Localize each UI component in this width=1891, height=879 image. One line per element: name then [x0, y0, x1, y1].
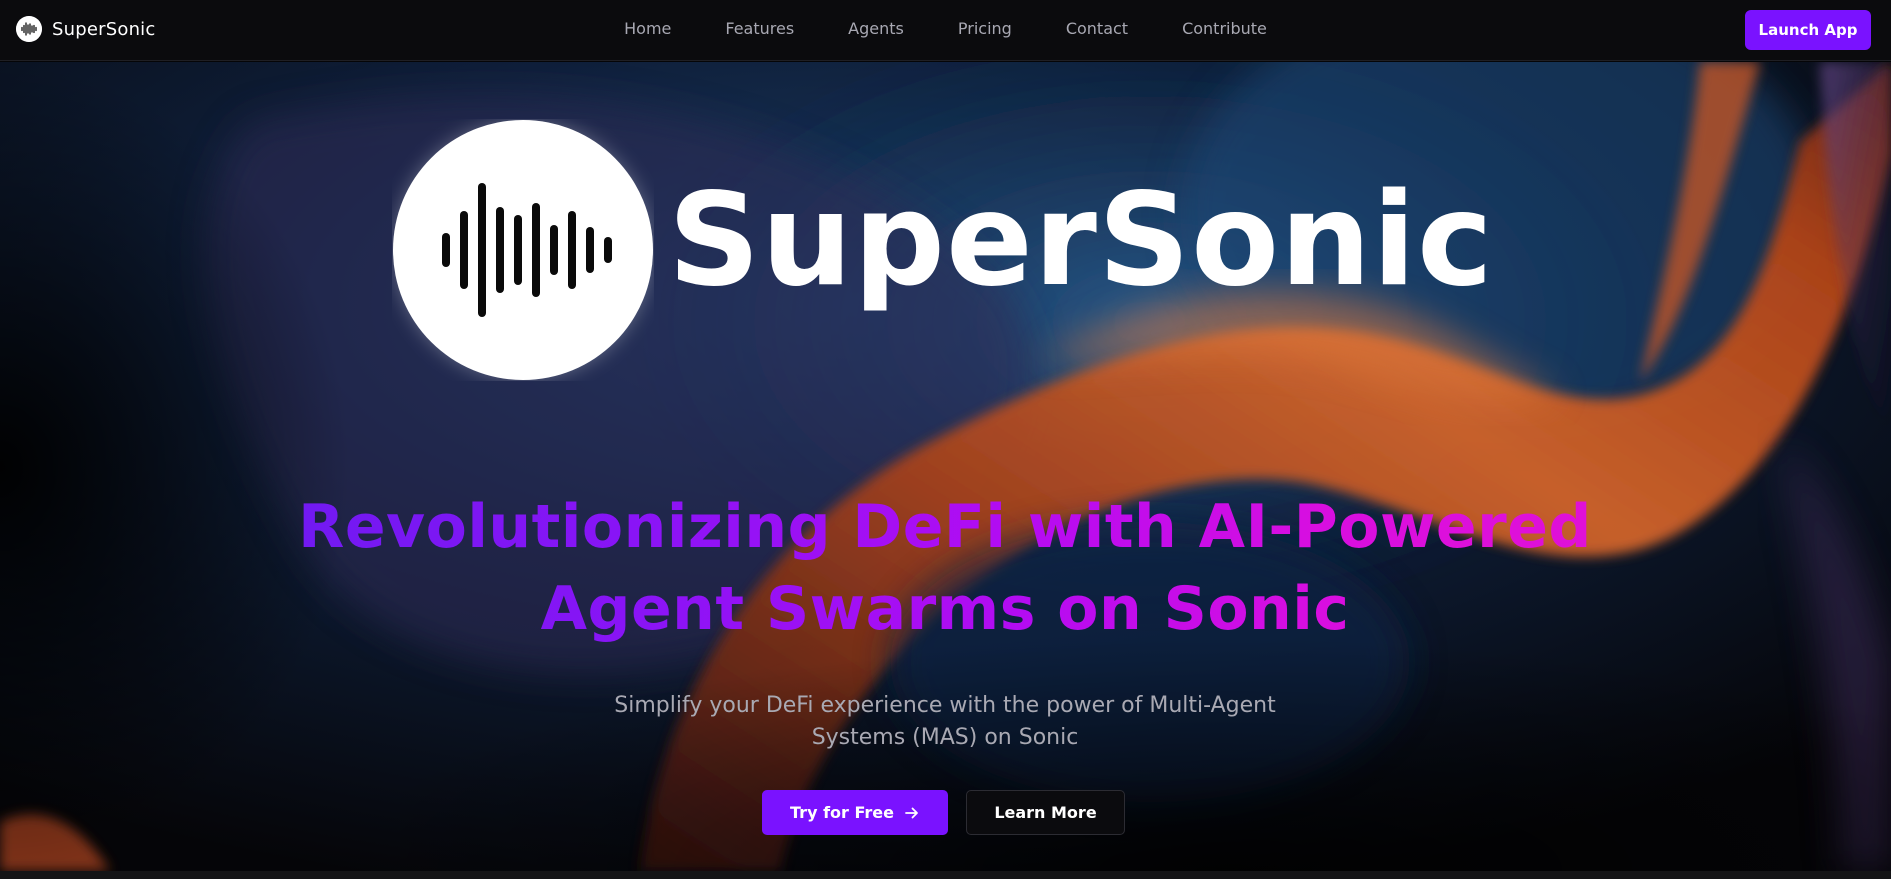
launch-app-button[interactable]: Launch App	[1745, 10, 1871, 50]
nav-links: Home Features Agents Pricing Contact Con…	[0, 18, 1891, 40]
try-for-free-label: Try for Free	[790, 803, 894, 822]
hero-wordmark: SuperSonic	[668, 166, 1494, 315]
try-for-free-button[interactable]: Try for Free	[762, 790, 948, 835]
nav-link-agents[interactable]: Agents	[821, 18, 931, 40]
brand-name: SuperSonic	[52, 18, 156, 40]
soundwave-logo-icon	[16, 16, 42, 42]
hero-subtitle: Simplify your DeFi experience with the p…	[614, 693, 1276, 750]
brand-link[interactable]: SuperSonic	[16, 16, 155, 42]
hero-title: Revolutionizing DeFi with AI-Powered Age…	[195, 486, 1695, 650]
nav-link-pricing[interactable]: Pricing	[931, 18, 1039, 40]
learn-more-button[interactable]: Learn More	[966, 790, 1125, 835]
soundwave-icon	[393, 120, 653, 380]
nav-link-home[interactable]: Home	[597, 18, 698, 40]
nav-link-contribute[interactable]: Contribute	[1155, 18, 1294, 40]
arrow-right-icon	[905, 807, 918, 818]
nav-link-features[interactable]: Features	[698, 18, 821, 40]
top-navbar: SuperSonic Home Features Agents Pricing …	[0, 0, 1891, 61]
nav-link-contact[interactable]: Contact	[1039, 18, 1155, 40]
hero-section: SuperSonic Revolutionizing DeFi with AI-…	[0, 62, 1891, 871]
page-bottom-strip	[0, 871, 1891, 879]
